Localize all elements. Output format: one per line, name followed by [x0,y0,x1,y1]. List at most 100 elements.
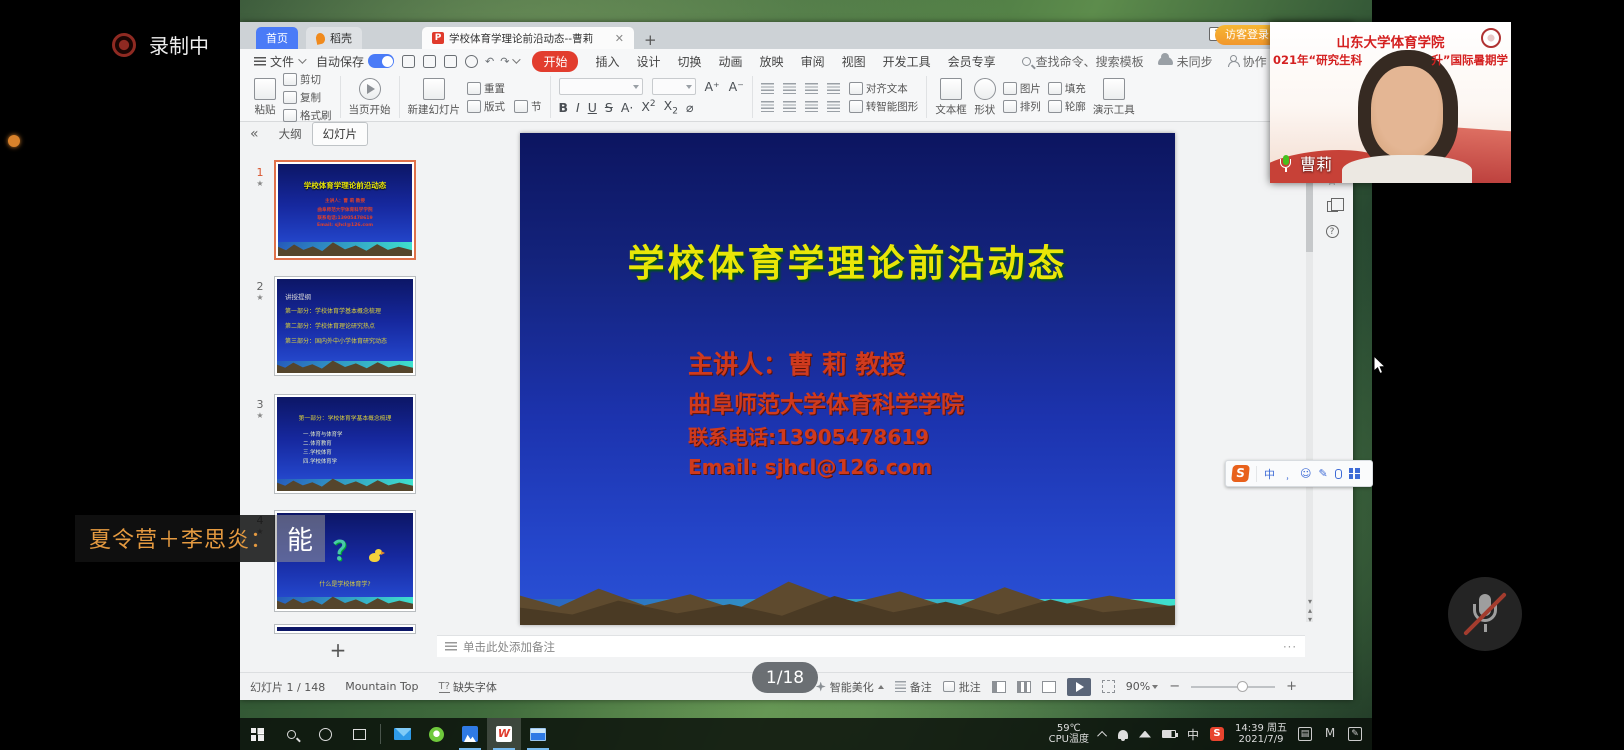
save-icon[interactable] [402,55,415,68]
output-icon[interactable] [423,55,436,68]
pen-comment-tray-icon[interactable]: ✎ [1348,727,1362,741]
subscript-button[interactable]: X2 [664,98,678,117]
menu-item-design[interactable]: 设计 [637,53,661,70]
menu-item-insert[interactable]: 插入 [595,53,619,70]
layout-button[interactable]: 版式 [467,99,505,114]
tab-outline[interactable]: 大纲 [269,123,312,145]
underline-button[interactable]: U [588,100,597,115]
slide-thumbnail-2[interactable]: 讲授提纲 第一部分：学校体育学基本概念梳理 第二部分：学校体育理论研究热点 第三… [274,276,416,376]
notes-toggle-button[interactable]: 备注 [895,679,932,695]
sticky-notes-tray-icon[interactable]: ▤ [1298,727,1312,741]
ribbon-collapse-icon[interactable] [513,55,521,63]
cut-button[interactable]: 剪切 [283,72,332,87]
font-shrink-button[interactable]: A⁻ [729,79,744,94]
smart-graphic-button[interactable]: 转智能图形 [849,99,919,114]
notes-bar[interactable]: 单击此处添加备注 ··· [437,635,1305,657]
collaborate-button[interactable]: 协作 [1227,53,1267,70]
tab-home[interactable]: 首页 [256,27,298,49]
copy-button[interactable]: 复制 [283,90,332,105]
format-painter-button[interactable]: 格式刷 [283,108,332,123]
taskbar-meeting-app[interactable] [453,718,487,750]
theme-name[interactable]: Mountain Top [345,680,418,693]
microphone-muted-button[interactable] [1448,577,1522,651]
comments-button[interactable]: 批注 [943,679,981,695]
cortana-button[interactable] [308,718,342,750]
tab-slides[interactable]: 幻灯片 [312,122,369,146]
help-icon[interactable]: ? [1326,225,1339,238]
preview-icon[interactable] [465,55,478,68]
zoom-level-select[interactable]: 90% [1126,680,1158,693]
menu-item-devtools[interactable]: 开发工具 [883,53,931,70]
slide-canvas[interactable]: 学校体育学理论前沿动态 主讲人：曹 莉 教授 曲阜师范大学体育科学学院 联系电话… [520,133,1175,625]
emoji-icon[interactable]: ☺ [1300,467,1311,480]
font-color-button[interactable]: A· [621,100,634,115]
ai-beautify-button[interactable]: 智能美化 [816,679,884,695]
task-view-button[interactable] [342,718,376,750]
outdent-button[interactable] [805,83,818,94]
new-slide-button[interactable]: 新建幻灯片 [408,78,461,117]
vertical-scrollbar[interactable] [1306,122,1313,622]
add-slide-button[interactable]: + [246,638,430,662]
indent-button[interactable] [827,83,840,94]
slide-thumbnail-3[interactable]: 第一部分：学校体育学基本概念梳理 一.体育与体育学 二.体育教育 三.学校体育 … [274,394,416,494]
picture-button[interactable]: 图片 [1003,81,1041,96]
notification-bell-icon[interactable] [1118,730,1128,739]
outline-button[interactable]: 轮廓 [1048,99,1086,114]
menu-item-home[interactable]: 开始 [532,51,578,72]
tab-document[interactable]: P 学校体育学理论前沿动态--曹莉 ✕ [422,27,634,49]
menu-item-animation[interactable]: 动画 [719,53,743,70]
fit-to-window-icon[interactable] [1102,680,1115,693]
clear-format-button[interactable]: ⌀ [686,100,694,115]
phrase-icon[interactable]: ﹐ [1282,466,1293,482]
justify-button[interactable] [827,101,840,112]
bold-button[interactable]: B [559,100,569,115]
autosave-toggle[interactable] [368,54,394,68]
redo-icon[interactable]: ↷ [500,55,509,68]
cpu-temperature-widget[interactable]: 59℃ CPU温度 [1049,723,1089,745]
panel-collapse-icon[interactable]: « [250,126,259,142]
voice-input-icon[interactable] [1335,469,1342,479]
layered-windows-icon[interactable] [1327,201,1338,212]
sogou-logo-icon[interactable]: S [1231,465,1250,482]
present-tools-button[interactable]: 演示工具 [1093,78,1135,117]
taskbar-mail-app[interactable] [385,718,419,750]
shape-button[interactable]: 形状 [974,78,996,117]
wifi-icon[interactable] [1139,731,1151,738]
sync-status[interactable]: 未同步 [1158,53,1213,70]
slide-nav-arrows[interactable]: ▾▴▾ [1304,597,1316,624]
tab-close-icon[interactable]: ✕ [615,32,624,45]
start-button[interactable] [240,718,274,750]
taskbar-browser-app[interactable] [419,718,453,750]
ime-indicator[interactable]: 中 [1187,726,1199,743]
zoom-in-button[interactable]: + [1286,679,1297,694]
font-size-select[interactable] [652,78,696,95]
command-search[interactable]: 查找命令、搜索模板 [1022,53,1144,70]
menu-item-vip[interactable]: 会员专享 [948,53,996,70]
font-grow-button[interactable]: A⁺ [705,79,720,94]
reading-view-button[interactable] [1042,681,1056,693]
menu-item-transition[interactable]: 切换 [678,53,702,70]
zoom-slider[interactable] [1191,686,1275,688]
file-menu[interactable]: 文件 [254,53,304,70]
presenter-webcam[interactable]: 山东大学体育学院 021年“研究生科 升”国际暑期学 曹莉 [1270,22,1511,183]
section-button[interactable]: 节 [514,99,542,114]
textbox-button[interactable]: 文本框 [935,78,967,117]
taskbar-wps-app[interactable]: W [487,718,521,750]
strikethrough-button[interactable]: S [605,100,613,115]
superscript-button[interactable]: X2 [641,99,655,114]
pencil-icon[interactable]: ✎ [1318,467,1327,480]
menu-item-review[interactable]: 审阅 [801,53,825,70]
new-tab-button[interactable]: + [644,31,657,49]
zoom-out-button[interactable]: − [1169,679,1180,694]
menu-item-slideshow[interactable]: 放映 [760,53,784,70]
arrange-button[interactable]: 排列 [1003,99,1041,114]
tab-docer[interactable]: 稻壳 [306,27,362,49]
slide-sorter-view-button[interactable] [1017,681,1031,693]
slideshow-play-button[interactable] [1067,678,1091,696]
align-text-button[interactable]: 对齐文本 [849,81,908,96]
fill-button[interactable]: 填充 [1048,81,1086,96]
slide-thumbnail-1[interactable]: 学校体育学理论前沿动态 主讲人：曹 莉 教授 曲阜师范大学体育科学学院 联系电话… [274,160,416,260]
normal-view-button[interactable] [992,681,1006,693]
align-left-button[interactable] [761,101,774,112]
taskbar-explorer-app[interactable] [521,718,555,750]
